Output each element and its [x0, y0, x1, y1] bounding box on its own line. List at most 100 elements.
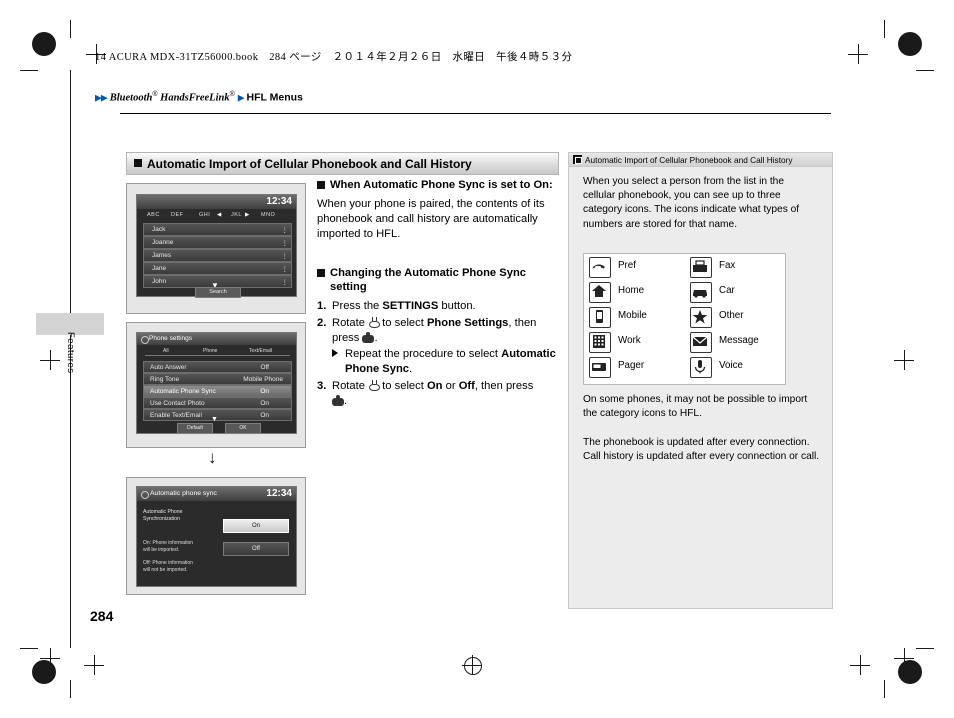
enter-button-icon [362, 331, 375, 343]
phonebook-tabs: ABC DEF GHI ◀ JKL ▶ MNO [147, 212, 276, 218]
screenshot-phonebook: 12:34 ABC DEF GHI ◀ JKL ▶ MNO Jack ⋮ Joan… [126, 183, 306, 314]
category-label-work: Work [618, 335, 641, 346]
step-2-text-e: . [374, 331, 378, 344]
auto-sync-option-off[interactable]: Off [223, 542, 289, 556]
side-note-title: Automatic Import of Cellular Phonebook a… [585, 154, 793, 165]
list-item[interactable]: Jane ⋮ [143, 262, 292, 275]
step-2-number: 2. [317, 316, 327, 329]
category-label-pref: Pref [618, 260, 636, 271]
registration-circle-top-right [898, 32, 922, 56]
category-cell-pref: Pref [584, 254, 684, 280]
step-3-text-f: , then press [474, 379, 534, 392]
screenshot-phone-settings: Phone settings All Phone Text/Email Auto… [126, 322, 306, 448]
auto-sync-option-on[interactable]: On [223, 519, 289, 533]
subsection-2-heading: Changing the Automatic Phone Sync settin… [317, 266, 557, 295]
trim-mark-top-right-h [916, 70, 934, 71]
page-number: 284 [90, 608, 114, 624]
message-envelope-icon [690, 332, 712, 353]
trim-mark-top-left-v [70, 20, 71, 38]
flow-arrow-down: ↓ [208, 448, 217, 467]
phonebook-search-button[interactable]: Search [195, 287, 241, 298]
auto-sync-screen: Automatic phone sync 12:34 Automatic Pho… [136, 486, 297, 587]
category-label-pager: Pager [618, 360, 645, 371]
category-cell-voice: Voice [685, 354, 785, 380]
category-label-message: Message [719, 335, 759, 346]
table-row[interactable]: Ring Tone Mobile Phone [143, 373, 292, 385]
table-row[interactable]: Use Contact Photo On [143, 397, 292, 409]
step-2-substep: Repeat the procedure to select Automatic… [332, 347, 557, 377]
step-1-text-c: button. [438, 299, 476, 312]
step-3-text-d: or [442, 379, 459, 392]
category-cell-message: Message [685, 329, 785, 355]
category-cell-pager: Pager [584, 354, 684, 380]
table-row[interactable]: Automatic Phone Sync On [143, 385, 292, 397]
category-cell-car: Car [685, 279, 785, 305]
category-label-home: Home [618, 285, 645, 296]
registration-circle-top-left [32, 32, 56, 56]
category-cell-work: Work [584, 329, 684, 355]
trim-mark-bottom-left-h [20, 648, 38, 649]
phone-settings-title-icon [141, 336, 149, 344]
category-label-fax: Fax [719, 260, 736, 271]
list-item[interactable]: James ⋮ [143, 249, 292, 262]
phone-pref-icon [589, 257, 611, 278]
phone-settings-scroll-down-icon[interactable]: ▼ [211, 416, 218, 423]
category-cell-home: Home [584, 279, 684, 305]
procedure-step-3: 3. Rotate to select On or Off, then pres… [317, 379, 557, 409]
phone-settings-tabs[interactable]: All Phone Text/Email [145, 348, 290, 357]
side-note-panel: Automatic Import of Cellular Phonebook a… [568, 152, 833, 609]
phone-settings-title: Phone settings [149, 335, 193, 342]
enter-button-icon-2 [332, 394, 344, 406]
subsection-1-body: When your phone is paired, the contents … [317, 197, 545, 240]
section-title-bar: Automatic Import of Cellular Phonebook a… [126, 152, 559, 175]
breadcrumb: ▶▶ Bluetooth® HandsFreeLink® ▶ HFL Menus [95, 91, 303, 104]
trim-mark-bottom-left-v [70, 680, 71, 698]
category-label-voice: Voice [719, 360, 743, 371]
subsection-2-heading-text: Changing the Automatic Phone Sync settin… [330, 266, 526, 294]
breadcrumb-hfl: HandsFreeLink [157, 92, 230, 104]
breadcrumb-sup-2: ® [229, 91, 235, 98]
category-cell-mobile: Mobile [584, 304, 684, 330]
pager-icon [589, 357, 611, 378]
voice-icon [690, 357, 712, 378]
auto-sync-heading: Automatic Phone Synchronization [143, 509, 183, 522]
auto-sync-title: Automatic phone sync [150, 490, 217, 497]
procedure-list: 1. Press the SETTINGS button. 2. Rotate … [317, 299, 557, 409]
registration-cross-bottom-right2 [850, 655, 870, 675]
step-3-text-b: to select [379, 379, 427, 392]
breadcrumb-arrow-2: ▶ [237, 92, 245, 103]
step-1-number: 1. [317, 299, 327, 312]
home-icon [589, 282, 611, 303]
registration-cross-mid-left [40, 350, 60, 370]
phonebook-screen: 12:34 ABC DEF GHI ◀ JKL ▶ MNO Jack ⋮ Joan… [136, 194, 297, 298]
work-building-icon [589, 332, 611, 353]
step-2-substep-c: . [409, 362, 413, 375]
list-item[interactable]: Jack ⋮ [143, 223, 292, 236]
list-item[interactable]: Joanne ⋮ [143, 236, 292, 249]
phone-settings-default-button[interactable]: Default [177, 423, 213, 434]
side-note-header: Automatic Import of Cellular Phonebook a… [569, 153, 832, 167]
step-3-text-g: . [344, 394, 348, 407]
substep-triangle-icon [332, 348, 338, 357]
heading-bullet-icon [317, 181, 325, 189]
step-2-substep-a: Repeat the procedure to select [345, 347, 502, 360]
step-1-settings-label: SETTINGS [382, 299, 439, 312]
registration-cross-bottom-left [40, 648, 60, 668]
trim-mark-bottom-right-v [884, 680, 885, 698]
rotary-knob-icon-2 [368, 379, 381, 391]
table-row[interactable]: Auto Answer Off [143, 361, 292, 373]
step-1-text-a: Press the [332, 299, 383, 312]
side-note-2: The phonebook is updated after every con… [583, 437, 820, 463]
phone-settings-ok-button[interactable]: OK [225, 423, 261, 434]
car-icon [690, 282, 712, 303]
section-title-bullet-icon [134, 159, 142, 167]
category-icon-table: Pref Fax Home Car Mobile Other Work Mess… [583, 253, 786, 385]
rotary-knob-icon [368, 316, 381, 328]
auto-sync-title-icon [141, 491, 149, 499]
registration-cross-mid-right [894, 350, 914, 370]
procedure-step-2: 2. Rotate to select Phone Settings, then… [317, 316, 557, 377]
side-note-body: When you select a person from the list i… [583, 176, 800, 230]
registration-cross-top-right [848, 44, 868, 64]
phone-settings-screen: Phone settings All Phone Text/Email Auto… [136, 332, 297, 434]
fax-icon [690, 257, 712, 278]
